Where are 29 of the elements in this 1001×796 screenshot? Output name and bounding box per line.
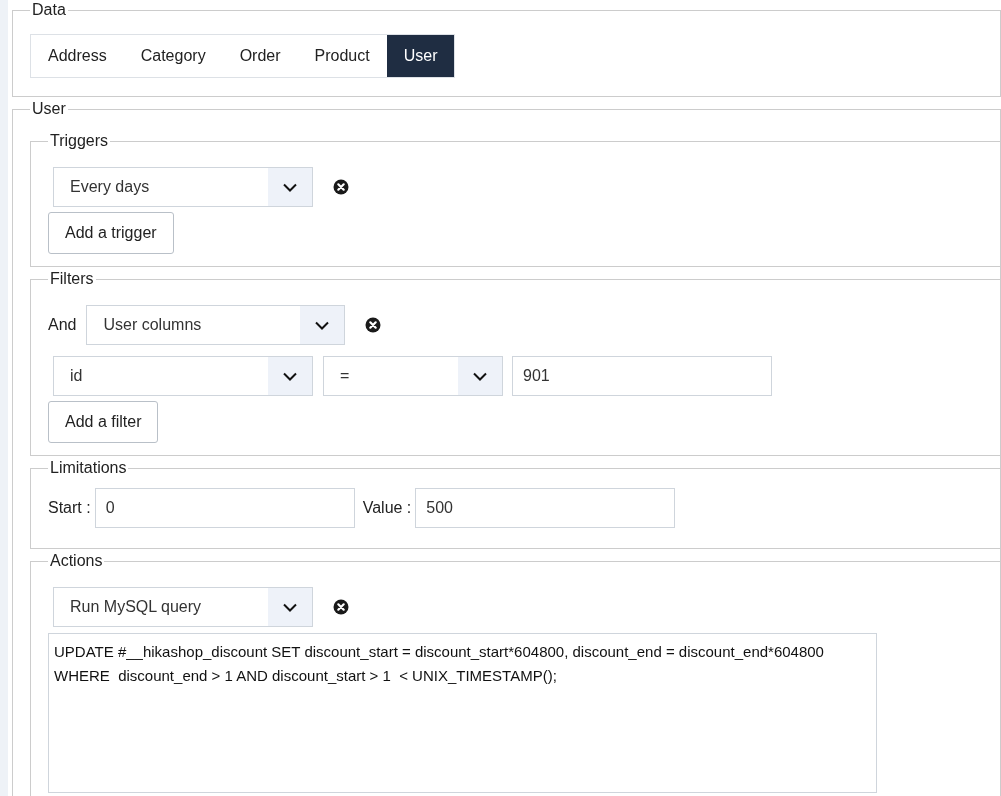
chevron-down-icon [315, 320, 330, 330]
chevron-down-icon [283, 371, 297, 381]
query-field[interactable]: UPDATE #__hikashop_discount SET discount_start = discount_start*604800, discount_end = discount_end*604800 WHERE discount_end > 1 AND discount_start > 1 < UNIX_TIMESTAMP(); [48, 633, 877, 793]
fieldset-legend: Data [30, 0, 68, 20]
dropdown[interactable]: Every days [53, 167, 313, 207]
field-label: Value : [362, 499, 412, 516]
dropdown[interactable]: Run MySQL query [53, 587, 313, 627]
chevron-down-icon [473, 371, 487, 381]
fieldset-legend: User [30, 99, 68, 119]
chevron-down-icon [283, 182, 297, 192]
input-field[interactable]: 0 [94, 488, 355, 528]
fieldset-legend: Triggers [48, 131, 111, 151]
input-field[interactable]: 901 [512, 356, 772, 396]
fieldset-legend: Limitations [48, 458, 129, 478]
dropdown[interactable]: User columns [86, 305, 346, 345]
remove-icon[interactable] [333, 179, 349, 195]
remove-icon[interactable] [333, 599, 349, 615]
tab[interactable]: User [386, 35, 455, 77]
remove-icon[interactable] [365, 317, 382, 333]
input-field[interactable]: 500 [415, 488, 676, 528]
chevron-down-icon [283, 602, 297, 612]
fieldset-legend: Filters [48, 269, 96, 289]
dropdown[interactable]: = [323, 356, 503, 396]
field-label: Start : [48, 499, 91, 516]
fieldset-legend: Actions [48, 551, 105, 571]
dropdown[interactable]: id [53, 356, 313, 396]
add-button[interactable]: Add a filter [48, 401, 159, 443]
field-label: And [48, 316, 77, 333]
add-button[interactable]: Add a trigger [48, 212, 174, 254]
